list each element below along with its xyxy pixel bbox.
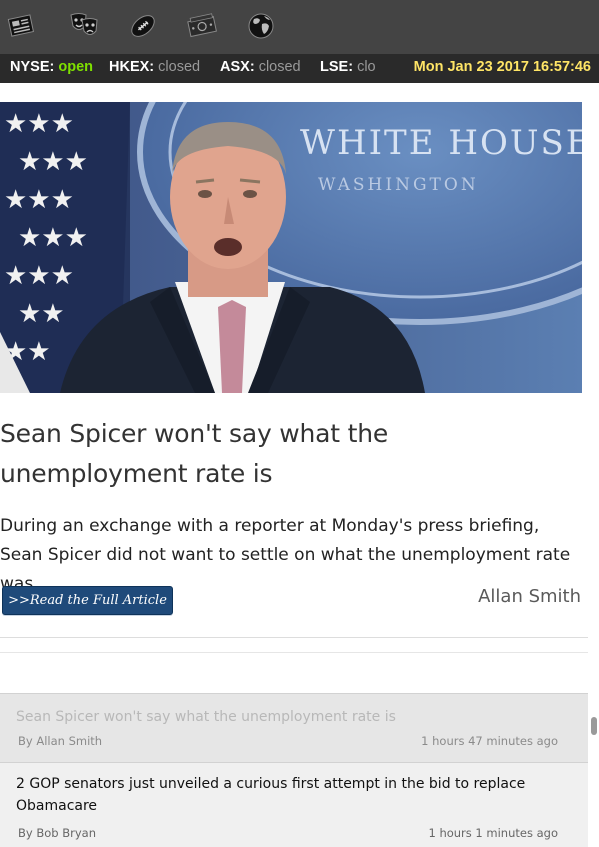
market-status: closed xyxy=(158,59,201,75)
list-item-title[interactable]: 2 GOP senators just unveiled a curious f… xyxy=(16,773,526,817)
list-item[interactable]: Sean Spicer won't say what the unemploym… xyxy=(0,693,588,762)
article-hero-image[interactable]: WHITE HOUSE WASHINGTON ★★★ ★★★ ★★★ ★★★ ★… xyxy=(0,102,582,393)
market-status: open xyxy=(58,59,93,75)
scrollbar-thumb[interactable] xyxy=(591,717,597,735)
list-item-title[interactable]: Sean Spicer won't say what the unemploym… xyxy=(16,706,526,728)
market-status: closed xyxy=(258,59,301,75)
money-icon[interactable] xyxy=(186,10,218,42)
market-exchange: ASX: xyxy=(220,59,255,75)
card-top-gap xyxy=(0,83,588,103)
top-nav-bar xyxy=(0,0,599,54)
market-exchange: HKEX: xyxy=(109,59,155,75)
ticker-clock: Mon Jan 23 2017 16:57:46 xyxy=(413,59,591,75)
svg-text:★★★: ★★★ xyxy=(4,185,74,215)
theater-masks-icon[interactable] xyxy=(68,10,100,42)
newspaper-icon[interactable] xyxy=(5,10,37,42)
market-ticker: NYSE: open HKEX: closed ASX: closed LSE:… xyxy=(0,54,599,83)
ticker-market-nyse: NYSE: open xyxy=(10,59,93,75)
list-item-time: 1 hours 1 minutes ago xyxy=(428,826,558,840)
ticker-market-hkex: HKEX: closed xyxy=(109,59,200,75)
article-headline[interactable]: Sean Spicer won't say what the unemploym… xyxy=(0,414,580,494)
list-scrollbar[interactable] xyxy=(588,637,599,847)
football-icon[interactable] xyxy=(127,10,159,42)
read-full-article-button[interactable]: >>Read the Full Article xyxy=(2,586,173,615)
list-item-time: 1 hours 47 minutes ago xyxy=(421,734,558,748)
svg-text:★★: ★★ xyxy=(18,299,65,329)
market-status: clo xyxy=(357,59,376,75)
globe-icon[interactable] xyxy=(245,10,277,42)
article-author: Allan Smith xyxy=(478,586,581,607)
section-divider xyxy=(0,652,588,653)
list-item[interactable]: 2 GOP senators just unveiled a curious f… xyxy=(0,762,588,847)
hero-seal-text: WHITE HOUSE xyxy=(300,123,582,163)
ticker-market-asx: ASX: closed xyxy=(220,59,301,75)
svg-text:★★★: ★★★ xyxy=(18,223,88,253)
market-exchange: LSE: xyxy=(320,59,354,75)
hero-seal-subtext: WASHINGTON xyxy=(318,175,479,195)
list-item-byline: By Bob Bryan xyxy=(18,826,96,840)
card-divider xyxy=(0,637,588,638)
list-item-byline: By Allan Smith xyxy=(18,734,103,748)
market-exchange: NYSE: xyxy=(10,59,55,75)
ticker-market-lse: LSE: clo xyxy=(320,59,376,75)
svg-text:★★★: ★★★ xyxy=(18,147,88,177)
svg-text:★★★: ★★★ xyxy=(4,109,74,139)
svg-text:★★★: ★★★ xyxy=(4,261,74,291)
article-list: Sean Spicer won't say what the unemploym… xyxy=(0,693,588,847)
